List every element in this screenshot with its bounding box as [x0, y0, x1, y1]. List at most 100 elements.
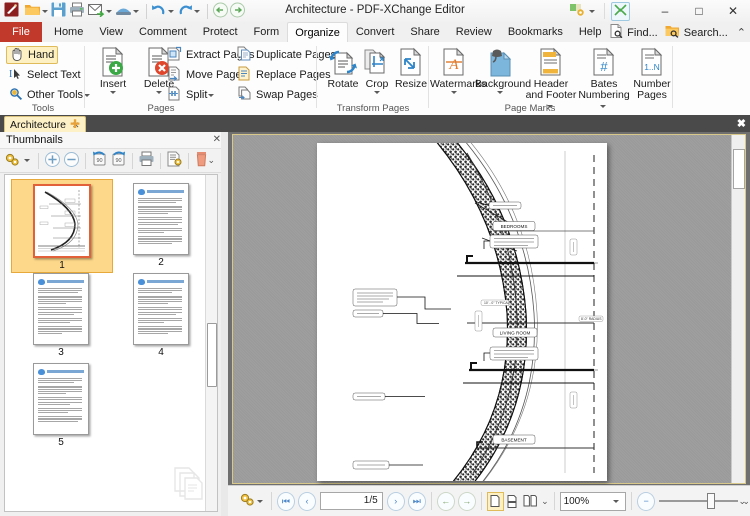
thumbnail-page-3[interactable]: 3 [11, 269, 111, 359]
maximize-button[interactable]: □ [682, 0, 716, 22]
tool-hand[interactable]: Hand [6, 46, 59, 64]
thumbnails-header: Thumbnails ✕ [0, 132, 228, 149]
continuous-view-button[interactable] [506, 493, 521, 510]
zoom-in-icon[interactable] [44, 151, 61, 171]
thumbnail-page-5[interactable]: 5 [11, 359, 111, 449]
thumbnails-overflow-icon[interactable]: ⌄ [207, 155, 215, 166]
ribbon-group-tools: Hand I Select Text Other Tools Tools [2, 42, 91, 115]
go-forward-button[interactable]: → [457, 491, 476, 511]
background-label: Background [475, 78, 532, 90]
single-page-view-button[interactable] [486, 491, 504, 511]
close-document-pane-button[interactable]: ✖ [737, 117, 746, 130]
view-settings-caret-icon[interactable] [257, 499, 263, 503]
rotate-left-icon[interactable]: 90 [91, 151, 108, 170]
thumbnails-list[interactable]: 1 2 3 4 5 [4, 174, 218, 512]
zoom-slider-knob[interactable] [707, 493, 716, 509]
options-caret-icon[interactable] [24, 159, 30, 162]
thumbnail-page-4[interactable]: 4 [111, 269, 211, 359]
fullscreen-icon[interactable] [611, 1, 630, 21]
tab-protect[interactable]: Protect [195, 22, 246, 42]
view-settings-icon[interactable] [238, 491, 256, 511]
status-overflow-icon[interactable]: ⌄ [738, 496, 746, 507]
more-view-modes-icon[interactable]: ⌄ [541, 496, 549, 507]
number-pages-button[interactable]: 1..N Number Pages [629, 45, 675, 101]
thumbnail-page-3-preview [33, 273, 89, 345]
thumbnail-toolbar-divider-4 [160, 152, 161, 169]
tab-form[interactable]: Form [246, 22, 288, 42]
watermarks-caret-icon[interactable] [451, 91, 457, 94]
page-properties-icon[interactable] [166, 151, 183, 170]
last-page-button[interactable]: ⏭ [407, 491, 426, 511]
group-label-page-marks: Page Marks [504, 103, 556, 114]
tab-help[interactable]: Help [571, 22, 610, 42]
select-text-icon: I [9, 67, 23, 84]
doc-header-text [47, 370, 84, 373]
split-pages-button[interactable]: Split [164, 86, 220, 104]
tab-comment[interactable]: Comment [131, 22, 195, 42]
pages-watermark-icon [173, 466, 207, 503]
svg-text:A: A [448, 57, 459, 73]
tab-home[interactable]: Home [46, 22, 91, 42]
close-button[interactable]: ✕ [716, 0, 750, 22]
search-label[interactable]: Search... [684, 27, 728, 39]
bates-numbering-button[interactable]: # Bates Numbering [578, 45, 630, 112]
tab-bookmarks[interactable]: Bookmarks [500, 22, 571, 42]
thumbnails-scrollbar[interactable] [205, 175, 217, 511]
thumbnail-page-2[interactable]: 2 [111, 179, 211, 269]
new-tab-button[interactable]: ✚ [70, 117, 80, 131]
two-page-view-button[interactable] [523, 493, 538, 510]
document-scrollbar-thumb[interactable] [733, 149, 745, 189]
thumbnails-scrollbar-thumb[interactable] [207, 323, 217, 387]
document-vertical-scrollbar[interactable] [731, 135, 745, 483]
zoom-out-icon[interactable] [63, 151, 80, 171]
thumbnails-panel: Thumbnails ✕ 90 90 ⌄ 1 2 3 4 5 [0, 132, 231, 516]
find-icon[interactable] [609, 24, 623, 41]
minimize-button[interactable]: – [648, 0, 682, 22]
thumbnails-close-icon[interactable]: ✕ [213, 134, 221, 145]
panel-splitter[interactable] [221, 132, 228, 516]
tool-other-tools[interactable]: Other Tools [6, 86, 96, 104]
header-footer-button[interactable]: Header and Footer [524, 45, 578, 112]
zoom-out-button[interactable]: − [637, 491, 656, 511]
tab-organize[interactable]: Organize [287, 22, 348, 42]
customize-caret-icon[interactable] [589, 9, 595, 13]
delete-caret-icon[interactable] [156, 91, 162, 94]
tab-share[interactable]: Share [402, 22, 447, 42]
first-page-button[interactable]: ⏮ [276, 491, 295, 511]
background-caret-icon[interactable] [497, 91, 503, 94]
svg-text:1..N: 1..N [644, 62, 660, 72]
insert-caret-icon[interactable] [110, 91, 116, 94]
crop-caret-icon[interactable] [374, 91, 380, 94]
zoom-slider[interactable] [659, 493, 739, 510]
page-number-input[interactable]: 1/5 [320, 492, 383, 510]
tool-select-text[interactable]: I Select Text [6, 66, 84, 84]
options-gear-icon[interactable] [3, 151, 21, 171]
print-pages-icon[interactable] [138, 151, 155, 170]
tab-file[interactable]: File [0, 22, 42, 42]
customize-quick-access-icon[interactable] [569, 2, 585, 20]
collapse-ribbon-icon[interactable]: ⌃ [737, 26, 746, 39]
tab-review[interactable]: Review [448, 22, 500, 42]
tab-convert[interactable]: Convert [348, 22, 403, 42]
search-icon[interactable] [665, 24, 680, 41]
prev-page-button[interactable]: ‹ [297, 491, 317, 511]
extract-pages-icon [167, 46, 182, 64]
background-button[interactable]: Background [475, 45, 532, 94]
next-page-button[interactable]: › [386, 491, 405, 511]
insert-pages-button[interactable]: Insert [90, 45, 136, 94]
tab-view[interactable]: View [91, 22, 131, 42]
thumbnail-page-1[interactable]: 1 [11, 179, 113, 273]
go-back-button[interactable]: ← [436, 491, 455, 511]
swap-pages-button[interactable]: Swap Pages [234, 86, 321, 104]
zoom-select-caret-icon[interactable] [613, 499, 620, 503]
split-pages-label: Split [186, 89, 208, 101]
split-caret-icon[interactable] [208, 93, 215, 97]
watermarks-button[interactable]: A Watermarks [430, 45, 486, 94]
pdf-page-1[interactable]: BEDROOMS LIVING ROOM BASEMENT 10' - 0" T… [317, 143, 607, 481]
document-canvas[interactable]: BEDROOMS LIVING ROOM BASEMENT 10' - 0" T… [232, 134, 746, 484]
zoom-level-select[interactable]: 100% [559, 491, 627, 511]
find-label[interactable]: Find... [627, 27, 658, 39]
thumbnail-page-2-preview [133, 183, 189, 255]
document-view: BEDROOMS LIVING ROOM BASEMENT 10' - 0" T… [228, 132, 750, 516]
rotate-right-icon[interactable]: 90 [110, 151, 127, 170]
